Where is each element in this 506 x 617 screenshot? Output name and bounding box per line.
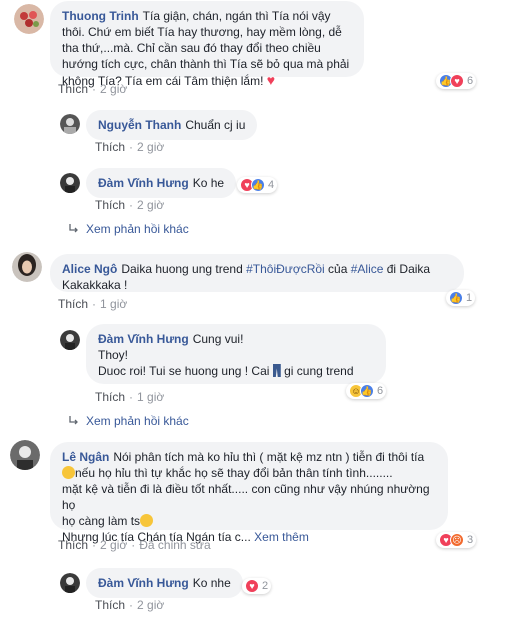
see-more-link[interactable]: Xem thêm bbox=[254, 530, 309, 544]
timestamp[interactable]: 1 giờ bbox=[137, 390, 164, 404]
view-more-label: Xem phản hồi khác bbox=[86, 414, 189, 428]
like-icon: 👍 bbox=[360, 384, 374, 398]
comment-author[interactable]: Đàm Vĩnh Hưng bbox=[98, 176, 189, 190]
avatar[interactable] bbox=[60, 573, 80, 593]
comment-text: Ko he bbox=[192, 176, 225, 190]
comment-text: Thoy! bbox=[98, 348, 129, 362]
timestamp[interactable]: 2 giờ bbox=[137, 198, 164, 212]
smile-emoji-icon bbox=[140, 514, 154, 527]
reaction-summary[interactable]: ♥ 👍 4 bbox=[237, 177, 278, 193]
reaction-count: 3 bbox=[467, 534, 474, 546]
reply-bubble: Nguyễn Thanh Chuẩn cj iu bbox=[86, 110, 258, 140]
like-link[interactable]: Thích bbox=[58, 82, 88, 96]
timestamp[interactable]: 1 giờ bbox=[100, 297, 127, 311]
like-link[interactable]: Thích bbox=[95, 390, 125, 404]
love-icon: ♥ bbox=[450, 74, 464, 88]
angry-icon: ☹ bbox=[450, 533, 464, 547]
reaction-summary[interactable]: 👍 ♥ 6 bbox=[436, 73, 477, 89]
comment-text: của bbox=[324, 262, 351, 276]
comment-bubble: Alice Ngô Daika huong ung trend #ThôiĐược… bbox=[50, 254, 464, 292]
reaction-summary[interactable]: 👍 1 bbox=[446, 290, 476, 306]
like-icon: 👍 bbox=[251, 178, 265, 192]
comment-text: nếu họ hỉu thì tự khắc họ sẽ thay đổi bả… bbox=[75, 466, 393, 480]
like-link[interactable]: Thích bbox=[95, 198, 125, 212]
comment-author[interactable]: Alice Ngô bbox=[62, 262, 117, 276]
comment-actions: Thích · 2 giờ bbox=[95, 598, 165, 612]
view-more-replies[interactable]: Xem phản hồi khác bbox=[68, 222, 189, 236]
comment-text: Nói phân tích mà ko hỉu thì ( mặt kệ mz … bbox=[113, 450, 425, 464]
comment-bubble: Thuong Trinh Tía giận, chán, ngán thì Tía… bbox=[50, 1, 364, 88]
reaction-summary[interactable]: ♥ 2 bbox=[242, 578, 272, 594]
reaction-count: 6 bbox=[377, 385, 384, 397]
reaction-summary[interactable]: ☺ 👍 6 bbox=[346, 383, 387, 399]
like-icon: 👍 bbox=[449, 291, 463, 305]
hashtag-link[interactable]: #Alice bbox=[351, 262, 384, 276]
avatar[interactable] bbox=[10, 440, 40, 470]
comment-actions: Thích · 2 giờ bbox=[58, 82, 128, 96]
comment-bubble: Lê Ngân Nói phân tích mà ko hỉu thì ( mặt… bbox=[50, 442, 448, 544]
comment-text: Daika huong ung trend bbox=[121, 262, 247, 276]
comment-text: Ko nhe bbox=[192, 576, 231, 590]
comment-text: mặt kệ và tiễn đi là điều tốt nhất..... … bbox=[62, 482, 430, 512]
reply-bubble: Đàm Vĩnh Hưng Cung vui! Thoy! Duoc roi! T… bbox=[86, 324, 386, 384]
avatar[interactable] bbox=[60, 173, 80, 193]
love-icon: ♥ bbox=[245, 579, 259, 593]
like-link[interactable]: Thích bbox=[95, 140, 125, 154]
timestamp[interactable]: 2 giờ bbox=[100, 82, 127, 96]
reply-bubble: Đàm Vĩnh Hưng Ko he bbox=[86, 168, 237, 198]
comment-actions: Thích · 2 giờ bbox=[95, 140, 165, 154]
comment-actions: Thích · 2 giờ · Đã chỉnh sửa bbox=[58, 538, 211, 552]
edited-label[interactable]: Đã chỉnh sửa bbox=[139, 538, 210, 552]
timestamp[interactable]: 2 giờ bbox=[137, 140, 164, 154]
reaction-count: 4 bbox=[268, 179, 275, 191]
comment-text: gi cung trend bbox=[280, 364, 354, 378]
reaction-count: 2 bbox=[262, 580, 269, 592]
avatar[interactable] bbox=[60, 114, 80, 134]
view-more-label: Xem phản hồi khác bbox=[86, 222, 189, 236]
jeans-emoji-icon bbox=[272, 364, 281, 377]
avatar[interactable] bbox=[60, 330, 80, 350]
reply-bubble: Đàm Vĩnh Hưng Ko nhe bbox=[86, 568, 243, 598]
smile-emoji-icon bbox=[62, 466, 75, 479]
timestamp[interactable]: 2 giờ bbox=[137, 598, 164, 612]
comment-author[interactable]: Thuong Trinh bbox=[62, 9, 139, 23]
comment-actions: Thích · 1 giờ bbox=[58, 297, 128, 311]
comment-text: họ càng làm ts bbox=[62, 514, 141, 528]
avatar[interactable] bbox=[14, 4, 44, 34]
reply-arrow-icon bbox=[69, 416, 78, 425]
comment-actions: Thích · 1 giờ bbox=[95, 390, 165, 404]
hashtag-link[interactable]: #ThôiĐượcRồi bbox=[246, 262, 325, 276]
comment-actions: Thích · 2 giờ bbox=[95, 198, 165, 212]
comment-author[interactable]: Đàm Vĩnh Hưng bbox=[98, 576, 189, 590]
like-link[interactable]: Thích bbox=[95, 598, 125, 612]
reaction-count: 1 bbox=[466, 292, 473, 304]
reaction-count: 6 bbox=[467, 75, 474, 87]
comment-text: Chuẩn cj iu bbox=[185, 118, 246, 132]
comment-author[interactable]: Lê Ngân bbox=[62, 450, 109, 464]
like-link[interactable]: Thích bbox=[58, 538, 88, 552]
view-more-replies[interactable]: Xem phản hồi khác bbox=[68, 414, 189, 428]
timestamp[interactable]: 2 giờ bbox=[100, 538, 127, 552]
comment-text: Cung vui! bbox=[192, 332, 244, 346]
reaction-summary[interactable]: ♥ ☹ 3 bbox=[436, 532, 477, 548]
comment-author[interactable]: Nguyễn Thanh bbox=[98, 118, 181, 132]
comment-author[interactable]: Đàm Vĩnh Hưng bbox=[98, 332, 189, 346]
reply-arrow-icon bbox=[69, 224, 78, 233]
heart-emoji-icon: ♥ bbox=[266, 72, 276, 88]
avatar[interactable] bbox=[12, 252, 42, 282]
comment-text: Duoc roi! Tui se huong ung ! Cai bbox=[98, 364, 273, 378]
like-link[interactable]: Thích bbox=[58, 297, 88, 311]
